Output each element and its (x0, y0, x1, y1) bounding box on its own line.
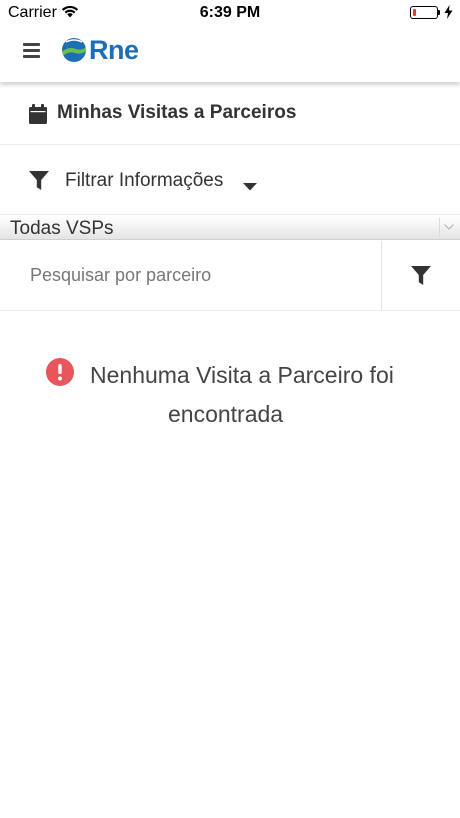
empty-message: Nenhuma Visita a Parceiro foi encontrada (90, 356, 420, 434)
clock: 6:39 PM (199, 4, 261, 21)
logo-text: Rne (89, 34, 139, 65)
page-header: Minhas Visitas a Parceiros (0, 82, 460, 145)
chevron-down-icon (444, 224, 454, 230)
app-header: Rne (0, 26, 460, 82)
menu-button[interactable] (20, 39, 44, 63)
search-filter-button[interactable] (381, 241, 460, 310)
charging-bolt-icon (444, 5, 453, 24)
select-arrow (439, 218, 458, 237)
page-title: Minhas Visitas a Parceiros (57, 102, 297, 123)
battery-icon (410, 6, 438, 19)
filter-label: Filtrar Informações (65, 170, 224, 191)
filter-toggle[interactable]: Filtrar Informações (0, 145, 460, 215)
calendar-icon (29, 104, 47, 129)
battery-tip (438, 10, 440, 15)
search-input[interactable] (0, 241, 380, 310)
empty-message-line-1: Nenhuma Visita a Parceiro foi (90, 362, 394, 388)
select-value: Todas VSPs (10, 218, 114, 239)
globe-logo-icon (61, 37, 87, 63)
funnel-icon (411, 266, 431, 285)
search-bar (0, 241, 460, 311)
funnel-icon (29, 171, 49, 196)
rne-logo: Rne (60, 35, 139, 65)
empty-message-line-2: encontrada (168, 401, 284, 427)
vsp-select[interactable]: Todas VSPs (0, 216, 460, 240)
status-bar: Carrier 6:39 PM (0, 0, 460, 26)
caret-down-icon (243, 178, 257, 196)
exclamation-circle-icon (46, 358, 74, 391)
